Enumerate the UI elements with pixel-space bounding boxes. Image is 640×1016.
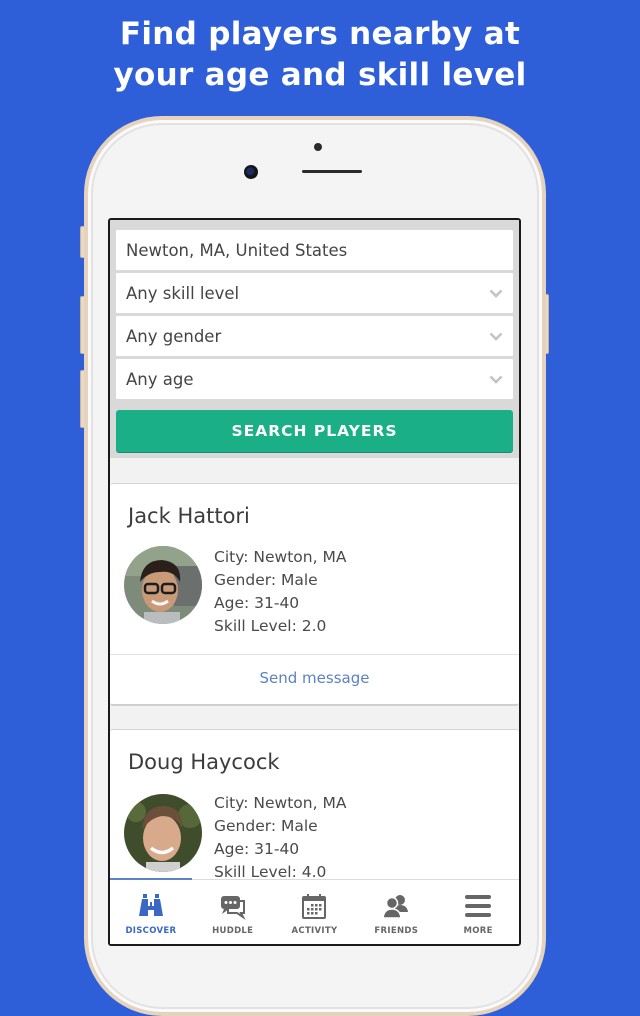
avatar-photo [124, 546, 202, 624]
gender-select[interactable]: Any gender [116, 316, 513, 356]
avatar-photo [124, 794, 202, 872]
tab-more[interactable]: MORE [437, 880, 519, 944]
age-value: Any age [126, 369, 194, 389]
binoculars-icon [138, 894, 163, 916]
player-avatar[interactable] [124, 546, 202, 624]
player-avatar[interactable] [124, 794, 202, 872]
player-name: Doug Haycock [128, 750, 280, 774]
search-players-button[interactable]: SEARCH PLAYERS [116, 410, 513, 452]
skill-level-value: Any skill level [126, 283, 240, 303]
app-screen: Newton, MA, United States Any skill leve… [108, 218, 521, 946]
tab-friends[interactable]: FRIENDS [355, 880, 437, 944]
player-details: City: Newton, MA Gender: Male Age: 31-40… [214, 792, 346, 884]
location-input[interactable]: Newton, MA, United States [116, 230, 513, 270]
player-age: Age: 31-40 [214, 594, 300, 612]
player-gender: Gender: Male [214, 571, 318, 589]
player-details: City: Newton, MA Gender: Male Age: 31-40… [214, 546, 346, 638]
player-age: Age: 31-40 [214, 840, 300, 858]
calendar-icon [302, 894, 327, 919]
player-gender: Gender: Male [214, 817, 318, 835]
location-value: Newton, MA, United States [126, 240, 348, 260]
friends-icon [382, 895, 409, 919]
chat-bubbles-icon [220, 896, 246, 920]
gender-value: Any gender [126, 326, 222, 346]
player-city: City: Newton, MA [214, 794, 347, 812]
tab-activity[interactable]: ACTIVITY [274, 880, 356, 944]
headline-line-2: your age and skill level [113, 57, 527, 93]
menu-icon [465, 895, 492, 917]
promo-headline: Find players nearby at your age and skil… [0, 14, 640, 96]
tab-label: ACTIVITY [291, 926, 338, 936]
tab-label: HUDDLE [212, 926, 254, 936]
chevron-down-icon [489, 289, 503, 298]
card-divider [110, 654, 519, 655]
phone-sensor [314, 143, 322, 151]
chevron-down-icon [489, 332, 503, 341]
chevron-down-icon [489, 375, 503, 384]
age-select[interactable]: Any age [116, 359, 513, 399]
tab-label: DISCOVER [125, 926, 177, 936]
phone-speaker [302, 170, 362, 173]
active-tab-indicator [110, 878, 192, 880]
tab-huddle[interactable]: HUDDLE [192, 880, 274, 944]
player-name: Jack Hattori [128, 504, 250, 528]
headline-line-1: Find players nearby at [119, 16, 521, 52]
player-card: Jack Hattori City: Newton, MA Gender: Ma… [110, 483, 519, 706]
tab-discover[interactable]: DISCOVER [110, 880, 192, 944]
search-filters: Newton, MA, United States Any skill leve… [110, 220, 519, 458]
bottom-tab-bar: DISCOVER HUDDLE ACTIVITY FRIENDS MORE [110, 878, 519, 944]
tab-label: MORE [463, 926, 493, 936]
tab-label: FRIENDS [374, 926, 419, 936]
send-message-link[interactable]: Send message [110, 669, 519, 687]
player-city: City: Newton, MA [214, 548, 347, 566]
skill-level-select[interactable]: Any skill level [116, 273, 513, 313]
front-camera-icon [244, 165, 258, 179]
player-skill: Skill Level: 2.0 [214, 617, 327, 635]
